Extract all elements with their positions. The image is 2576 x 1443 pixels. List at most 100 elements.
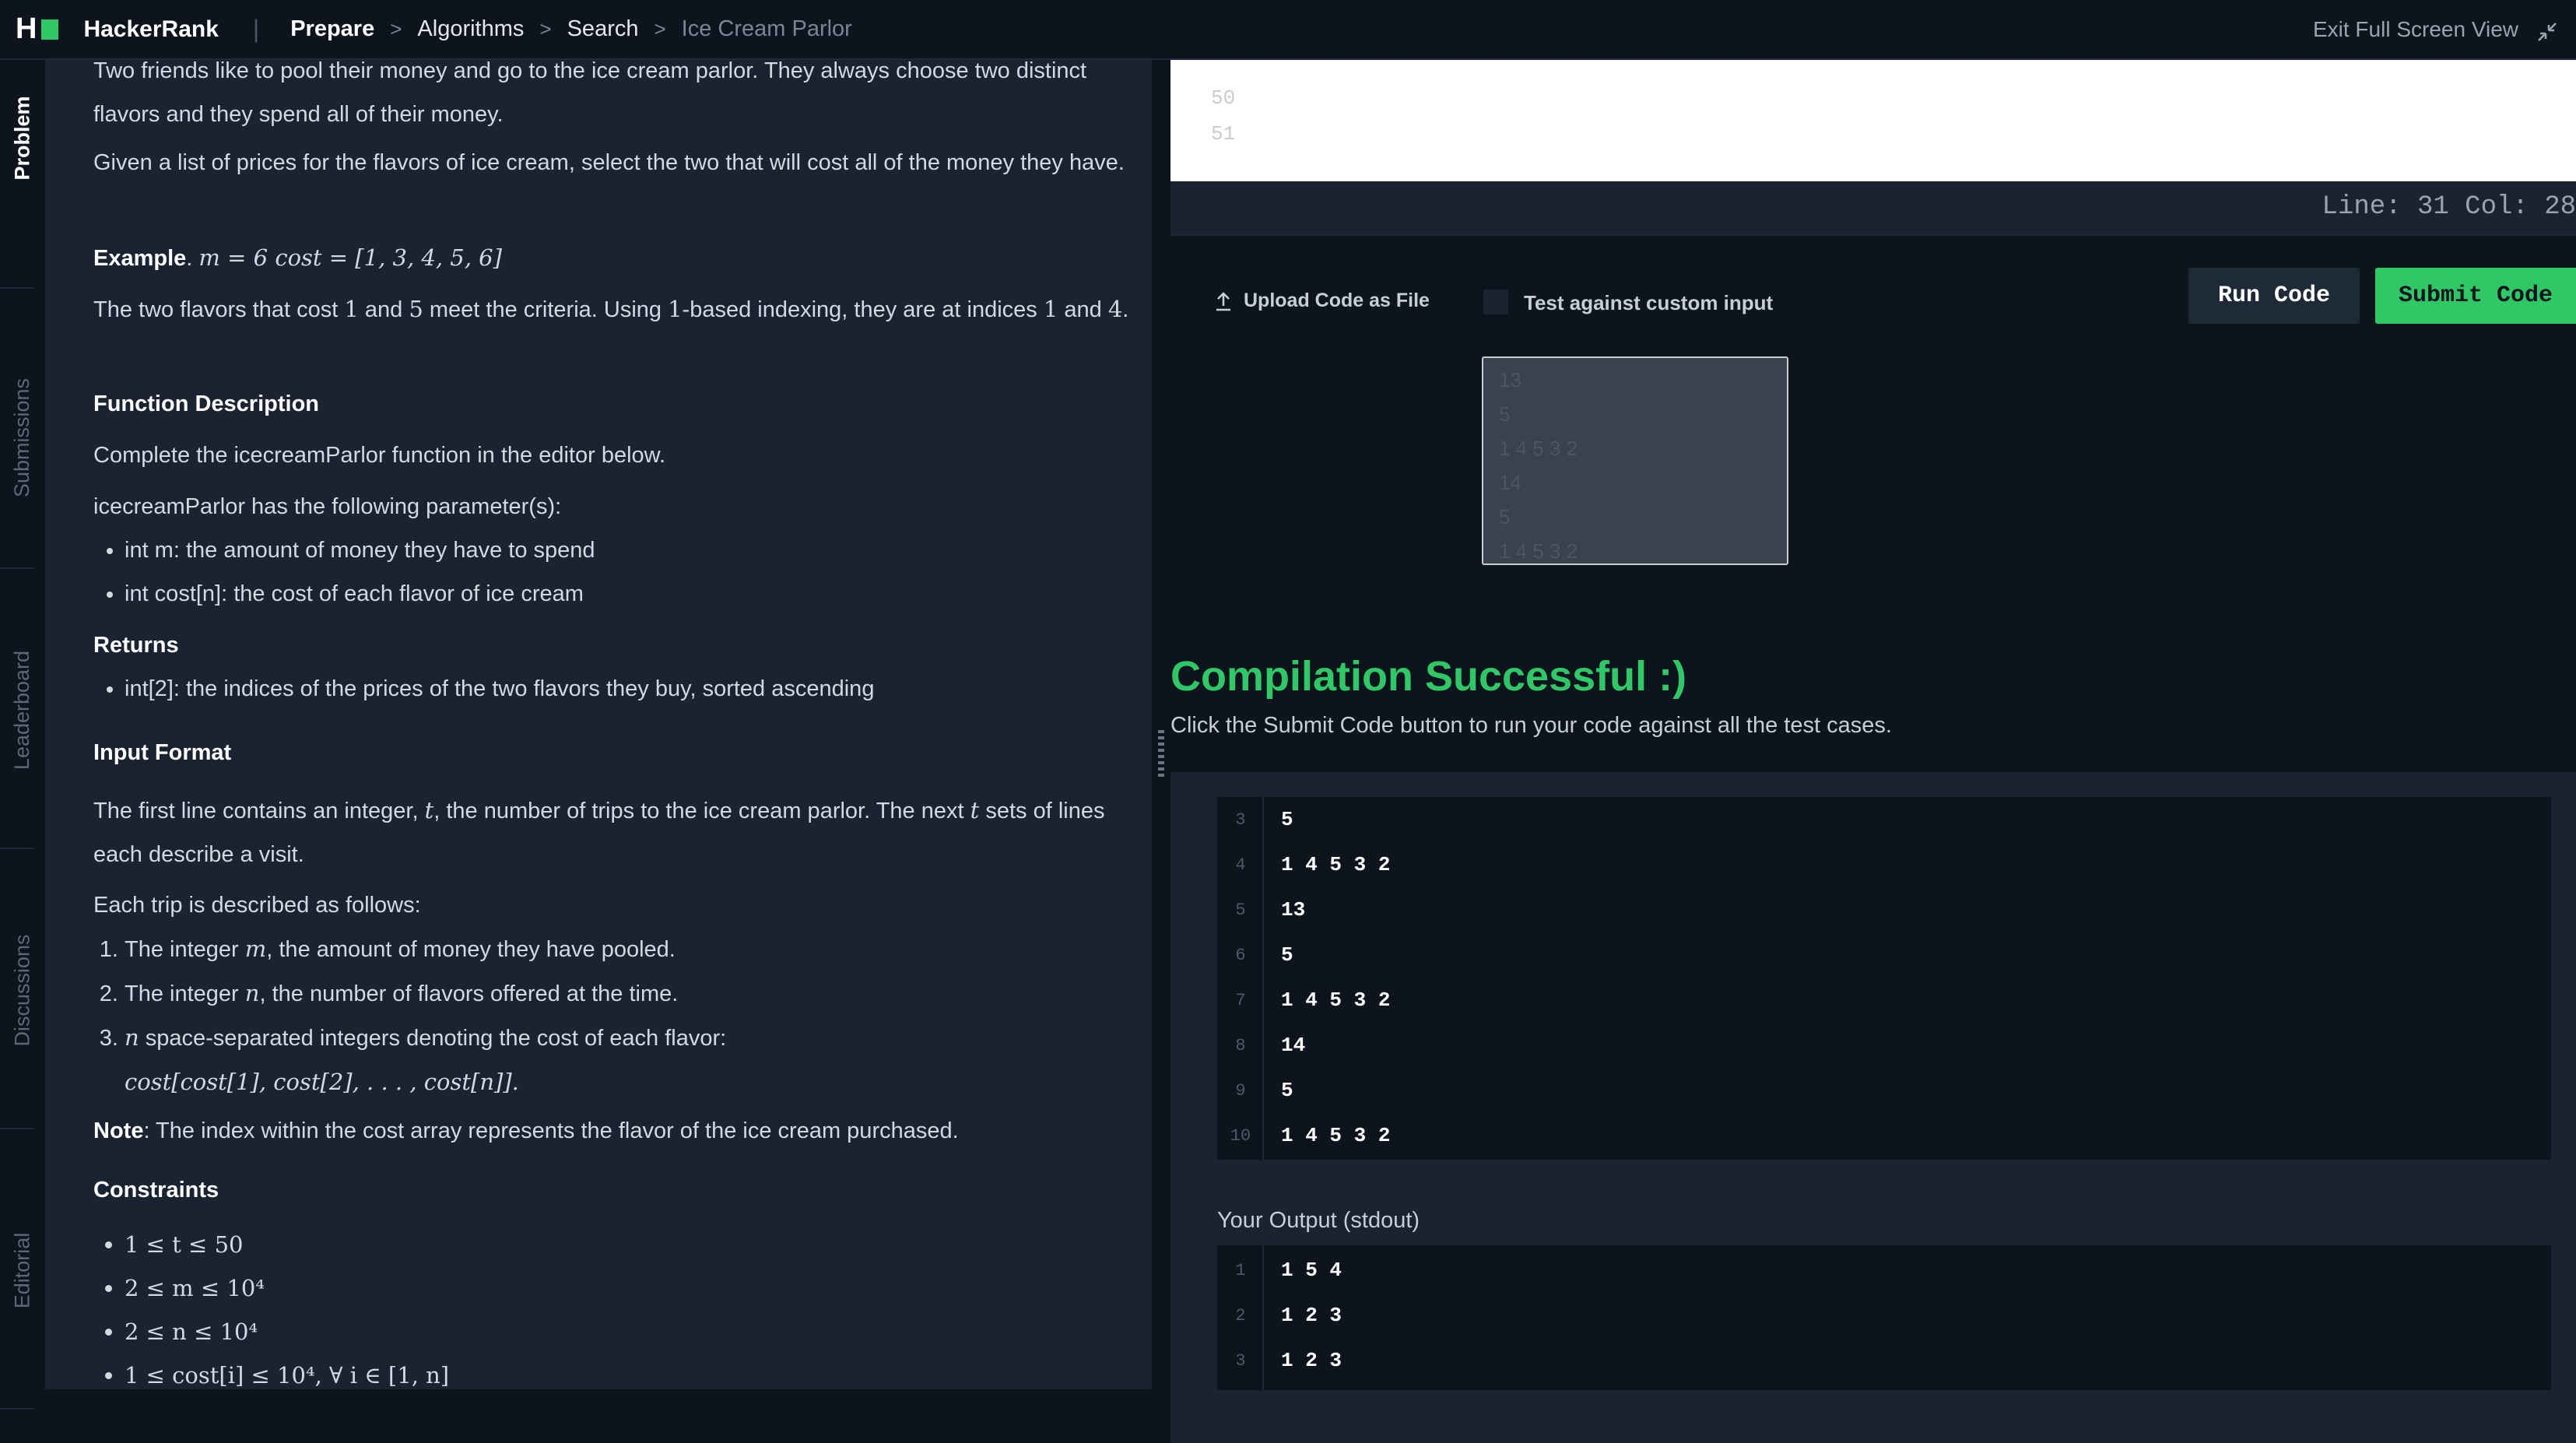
tab-discussions-label: Discussions (10, 933, 34, 1047)
constraints-heading: Constraints (93, 1178, 219, 1202)
trip-list: The integer m, the amount of money they … (93, 927, 1136, 1104)
hackerrank-logo[interactable]: H (16, 12, 59, 46)
compile-status-title: Compilation Successful :) (1170, 653, 1687, 700)
upload-icon (1216, 291, 1230, 311)
row-value: 1 4 5 3 2 (1281, 988, 1391, 1012)
text-fragment: , the number of trips to the ice cream p… (433, 799, 964, 823)
breadcrumb-search[interactable]: Search (567, 16, 639, 42)
tab-discussions[interactable]: Discussions (0, 916, 45, 1064)
output-label: Your Output (stdout) (1217, 1208, 1420, 1233)
output-row: 2 1 2 3 (1217, 1293, 2551, 1338)
brand-name[interactable]: HackerRank (83, 16, 218, 43)
run-code-button[interactable]: Run Code (2188, 268, 2360, 324)
collapse-icon[interactable] (2536, 20, 2559, 44)
output-row: 1 1 5 4 (1217, 1248, 2551, 1293)
submit-code-button[interactable]: Submit Code (2375, 268, 2576, 324)
row-number: 5 (1235, 900, 1246, 920)
breadcrumb-algorithms[interactable]: Algorithms (417, 16, 524, 42)
output-box: 1 1 5 4 2 1 2 3 3 1 2 3 (1217, 1245, 2551, 1390)
text-fragment: and (364, 297, 403, 322)
tab-divider (0, 1128, 34, 1129)
intro-paragraph-2: Given a list of prices for the flavors o… (93, 150, 1125, 175)
tab-divider (0, 1408, 34, 1410)
example-math: m = 6 cost = [1, 3, 4, 5, 6] (198, 244, 502, 271)
row-number: 9 (1235, 1080, 1246, 1101)
list-item: The integer n, the number of flavors off… (125, 971, 1136, 1016)
tab-leaderboard[interactable]: Leaderboard (0, 636, 45, 784)
row-number: 7 (1235, 990, 1246, 1010)
row-value: 1 2 3 (1281, 1349, 1342, 1372)
params-list: int m: the amount of money they have to … (93, 528, 1136, 616)
input-row: 10 1 4 5 3 2 (1217, 1113, 2551, 1158)
text-fragment: and (1064, 297, 1102, 322)
cursor-position: Line: 31 Col: 28 (2322, 192, 2576, 222)
text-fragment: The integer (125, 937, 239, 962)
chevron-right-icon: > (654, 17, 666, 40)
row-value: 14 (1281, 1034, 1306, 1057)
row-number: 10 (1230, 1125, 1251, 1146)
params-intro: icecreamParlor has the following paramet… (93, 494, 562, 519)
text-fragment: , the number of flavors offered at the t… (259, 981, 679, 1006)
tab-editorial-label: Editorial (10, 1232, 34, 1308)
tab-leaderboard-label: Leaderboard (10, 650, 34, 770)
tab-submissions-label: Submissions (10, 377, 34, 497)
input-row: 65 (1217, 932, 2551, 978)
example-explanation: The two flavors that cost 1 and 5 meet t… (93, 296, 1129, 322)
custom-input-textarea[interactable]: 13 5 1 4 5 3 2 14 5 1 4 5 3 2 (1482, 356, 1788, 565)
text-fragment: , the amount of money they have pooled. (266, 937, 676, 962)
row-value: 5 (1281, 943, 1293, 967)
drag-handle-icon[interactable] (1158, 730, 1164, 778)
constraints-list: 1 ≤ t ≤ 50 2 ≤ m ≤ 10⁴ 2 ≤ n ≤ 10⁴ 1 ≤ c… (93, 1223, 1136, 1389)
input-format-text: The first line contains an integer, t, t… (93, 788, 1136, 876)
tab-problem[interactable]: Problem (0, 91, 45, 184)
upload-label: Upload Code as File (1244, 290, 1430, 311)
breadcrumb-prepare[interactable]: Prepare (290, 16, 374, 42)
math-value: 1 (1043, 296, 1058, 322)
results-panel: 35 41 4 5 3 2 5 13 65 71 4 5 3 2 8 14 95 1… (1170, 772, 2576, 1443)
list-item: int m: the amount of money they have to … (125, 528, 1136, 572)
text-fragment: The two flavors that cost (93, 297, 339, 322)
math-expression: cost[cost[1], cost[2], . . . , cost[n]]. (125, 1069, 519, 1095)
line-number: 50 (1211, 86, 1236, 110)
constraint-item: 1 ≤ cost[i] ≤ 10⁴, ∀ i ∈ [1, n] (125, 1353, 1136, 1389)
list-item: int cost[n]: the cost of each flavor of … (125, 572, 1136, 616)
row-number: 8 (1235, 1035, 1246, 1055)
tab-editorial[interactable]: Editorial (0, 1212, 45, 1329)
function-description-heading: Function Description (93, 391, 319, 416)
custom-input-checkbox[interactable] (1483, 290, 1508, 314)
input-row: 5 13 (1217, 887, 2551, 932)
math-var: t (424, 797, 434, 823)
returns-heading: Returns (93, 633, 179, 658)
row-value: 1 5 4 (1281, 1259, 1342, 1282)
input-row: 7 1 4 5 3 2 (1217, 978, 2551, 1023)
chevron-right-icon: > (539, 17, 552, 40)
row-number: 3 (1235, 1350, 1246, 1371)
constraint-item: 2 ≤ n ≤ 10⁴ (125, 1310, 1136, 1353)
problem-statement-panel: Two friends like to pool their money and… (45, 60, 1152, 1389)
math-value: 1 (668, 296, 683, 322)
input-row: 95 (1217, 1068, 2551, 1113)
text-fragment: -based indexing, they are at indices (682, 297, 1037, 322)
exit-full-screen-link[interactable]: Exit Full Screen View (2313, 17, 2518, 42)
tab-divider (0, 848, 34, 849)
code-editor[interactable]: 50 51 (1170, 60, 2576, 181)
math-value: 1 (344, 296, 359, 322)
input-format-heading: Input Format (93, 740, 232, 765)
constraint-item: 1 ≤ t ≤ 50 (125, 1223, 1136, 1266)
breadcrumb-current: Ice Cream Parlor (681, 16, 852, 41)
list-item: n space-separated integers denoting the … (125, 1016, 1136, 1104)
row-number: 2 (1235, 1305, 1246, 1325)
trip-intro: Each trip is described as follows: (93, 893, 421, 918)
row-number: 6 (1235, 945, 1246, 965)
input-box: 35 41 4 5 3 2 5 13 65 71 4 5 3 2 8 14 95 1… (1217, 797, 2551, 1160)
note-label: Note (93, 1118, 144, 1143)
math-var: t (970, 797, 980, 823)
upload-code-button[interactable]: Upload Code as File (1214, 290, 1430, 312)
note-text: Note: The index within the cost array re… (93, 1109, 1136, 1153)
editor-status-bar: Line: 31 Col: 28 (1170, 181, 2576, 236)
list-item: The integer m, the amount of money they … (125, 927, 1136, 971)
function-description-text: Complete the icecreamParlor function in … (93, 443, 666, 468)
custom-input-label[interactable]: Test against custom input (1524, 291, 1773, 315)
tab-submissions[interactable]: Submissions (0, 371, 45, 504)
text-fragment: : The index within the cost array repres… (143, 1118, 959, 1143)
